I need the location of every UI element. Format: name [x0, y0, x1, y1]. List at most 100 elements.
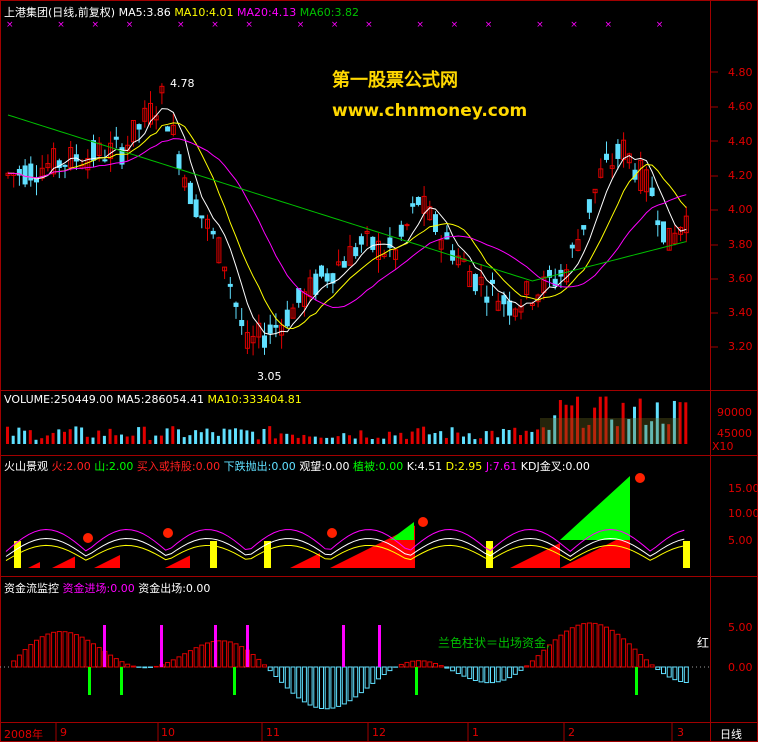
- volume-bar: [211, 432, 215, 444]
- volume-bar: [68, 429, 72, 444]
- fund-bar: [575, 624, 581, 668]
- ma20-label: MA20:4.13: [237, 6, 297, 19]
- signal-marker: ×: [245, 20, 253, 30]
- candle-body: [267, 324, 273, 334]
- volume-bar: [416, 428, 420, 444]
- ma5-label: MA5:3.86: [118, 6, 171, 19]
- signal-marker: ×: [126, 20, 134, 30]
- fund-bar: [609, 629, 615, 668]
- volume-bar: [102, 435, 106, 444]
- month-label: 12: [372, 726, 386, 739]
- fund-bar: [239, 646, 245, 668]
- fund-bar: [558, 634, 564, 668]
- volume-bar: [519, 435, 522, 444]
- volume-bar: [524, 430, 528, 444]
- fund-bar: [319, 666, 324, 709]
- candle-body: [313, 273, 319, 295]
- fund-bar: [91, 643, 96, 668]
- volume-bar: [171, 426, 175, 444]
- price-tick: 3.60: [728, 272, 753, 285]
- ma5-line: [7, 108, 687, 336]
- volume-bar: [536, 429, 540, 444]
- volume-bar: [108, 428, 112, 444]
- volume-bar: [450, 427, 454, 444]
- candle-body: [262, 335, 267, 348]
- candle-body: [113, 136, 119, 140]
- volume-bar: [302, 434, 306, 444]
- volume-bar: [285, 433, 289, 444]
- fund-bar: [655, 666, 661, 671]
- volume-bar: [410, 431, 414, 444]
- volume-bar: [462, 436, 465, 444]
- fund-bar: [632, 648, 638, 668]
- fund-bar: [165, 662, 171, 668]
- volume-bar: [142, 426, 146, 444]
- volume-bar: [11, 435, 15, 444]
- plant-value: 植被:0.00: [353, 460, 404, 473]
- signal-marker: ×: [605, 20, 613, 30]
- volume-bar: [308, 436, 312, 444]
- fund-bar: [250, 653, 256, 668]
- fund-bar: [267, 666, 273, 672]
- fund-bar: [187, 650, 193, 668]
- fund-bar: [586, 622, 592, 668]
- volume-bar: [268, 426, 272, 444]
- volume-bar: [131, 435, 135, 444]
- volume-bar: [63, 431, 66, 444]
- fund-in: 资金进场:0.00: [62, 582, 135, 595]
- volume-bar: [273, 438, 277, 444]
- volume-bar: [28, 430, 32, 444]
- price-tick: 4.40: [728, 135, 753, 148]
- volume-bar: [154, 435, 158, 444]
- candle-body: [233, 302, 239, 307]
- ma60-line: [7, 114, 687, 282]
- fund-bar: [592, 622, 598, 668]
- volume-bar: [376, 437, 380, 444]
- price-tick: 4.80: [728, 66, 753, 79]
- mountain-value: 山:2.00: [94, 460, 134, 473]
- signal-marker: ×: [297, 20, 305, 30]
- candle-body: [210, 230, 216, 235]
- volume-tick: 45000: [717, 427, 752, 440]
- fund-bar: [330, 666, 336, 709]
- signal-marker: ×: [570, 20, 578, 30]
- fund-out-bar: [635, 667, 638, 695]
- signal-marker: ×: [485, 20, 493, 30]
- fund-bar: [467, 666, 473, 680]
- signal-marker: ×: [365, 20, 373, 30]
- volume-header: VOLUME:250449.00 MA5:286054.41 MA10:3334…: [4, 393, 302, 406]
- candle-body: [586, 199, 592, 213]
- volume-bar: [182, 437, 186, 444]
- volume-bar: [501, 428, 505, 444]
- candle-body: [353, 247, 359, 257]
- fund-bar: [621, 638, 627, 668]
- volume-bar: [490, 430, 494, 444]
- fund-bar: [529, 660, 535, 668]
- fund-bar: [541, 649, 547, 668]
- fund-bar: [666, 666, 672, 678]
- fund-bar: [507, 666, 513, 679]
- price-tick: 4.60: [728, 100, 753, 113]
- volume-bar: [34, 439, 38, 444]
- fund-bar: [552, 639, 558, 668]
- candle-body: [91, 140, 96, 161]
- volume-bar: [365, 437, 369, 444]
- fund-bar: [581, 623, 587, 668]
- volume-bar: [387, 431, 391, 444]
- volume-bar: [359, 430, 363, 444]
- signal-marker: ×: [656, 20, 664, 30]
- fund-bar: [85, 639, 91, 668]
- volume-bar: [177, 429, 180, 444]
- volume-bar: [222, 428, 226, 444]
- volume-bar: [296, 437, 300, 444]
- high-annotation: 4.78: [170, 77, 195, 90]
- fund-bar: [153, 665, 159, 668]
- fund-bar: [34, 639, 39, 668]
- volume-bar: [684, 402, 688, 444]
- candle-body: [433, 214, 438, 232]
- volume-label: VOLUME:250449.00: [4, 393, 114, 406]
- volume-bar: [353, 438, 357, 444]
- candle-body: [604, 153, 609, 160]
- price-header: 上港集团(日线,前复权) MA5:3.86 MA10:4.01 MA20:4.1…: [4, 4, 359, 20]
- volume-bar: [422, 426, 426, 444]
